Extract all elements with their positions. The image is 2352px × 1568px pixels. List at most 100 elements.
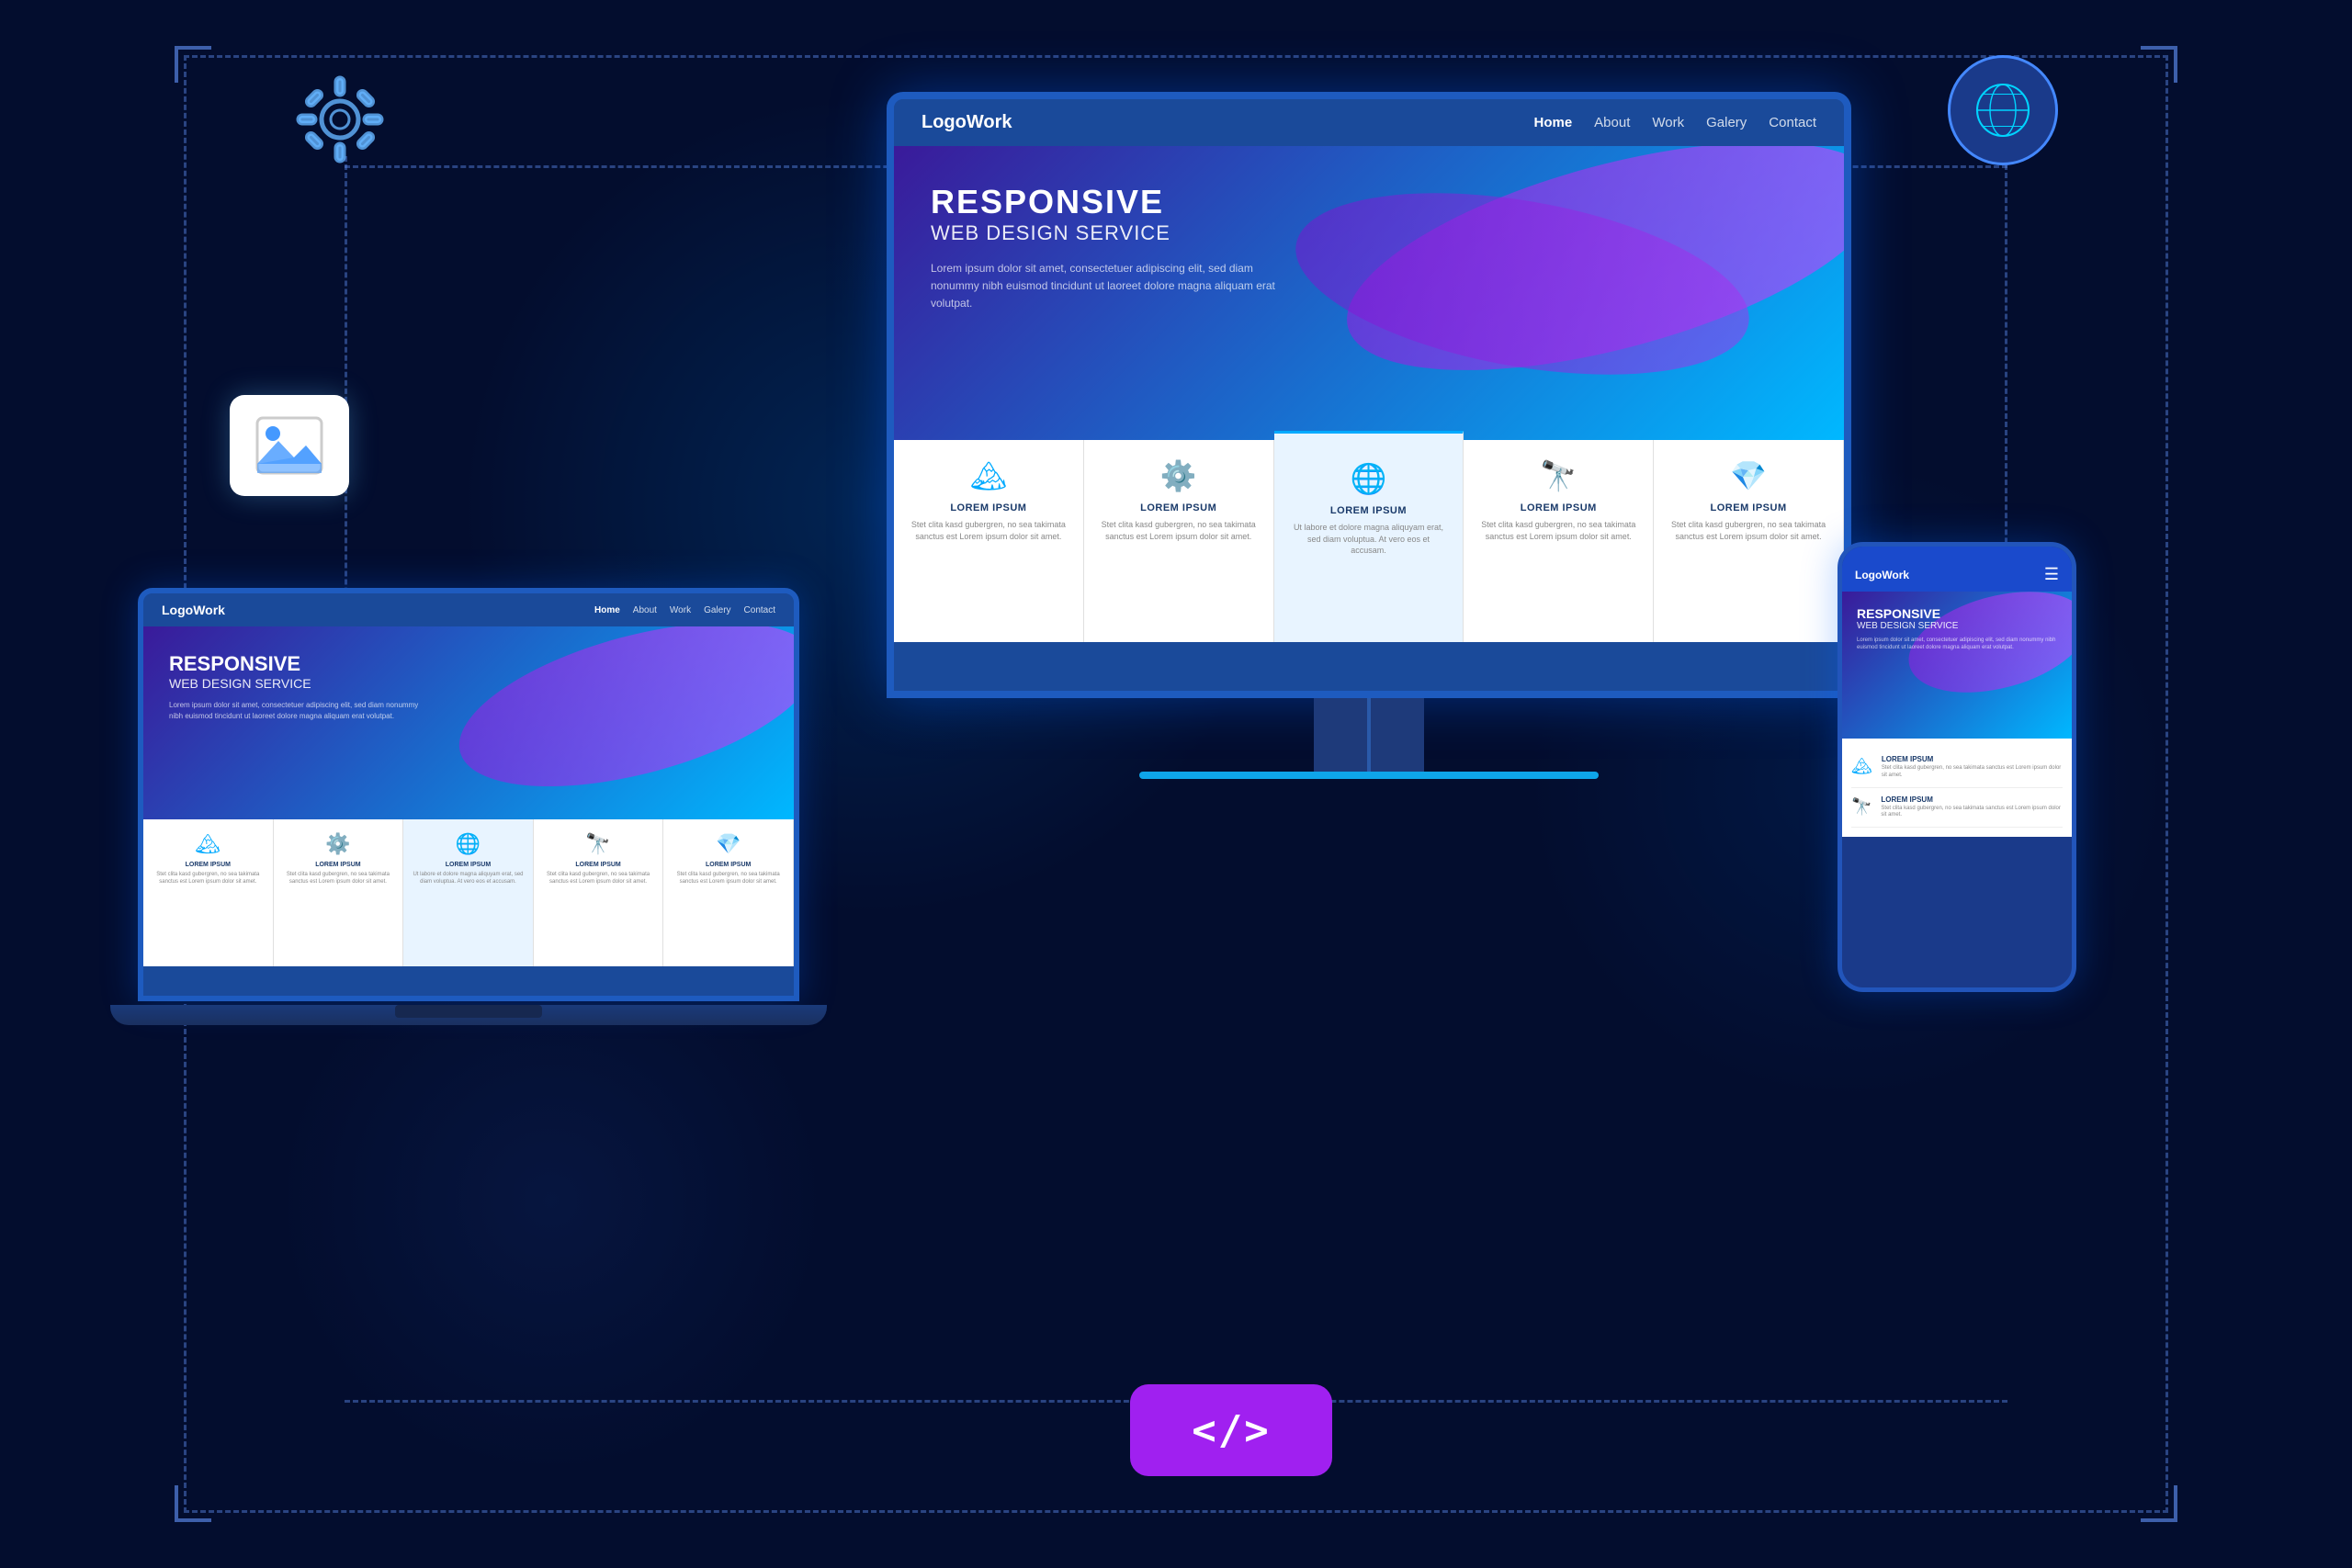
desktop-nav-gallery[interactable]: Galery [1706,115,1747,130]
laptop-service-1-icon: 🏔 [195,832,220,856]
monitor-screen: LogoWork Home About Work Galery Contact … [887,92,1851,698]
laptop-trackpad [395,1005,542,1018]
laptop-hero-title: RESPONSIVE [169,652,768,676]
laptop-hero: RESPONSIVE WEB DESIGN SERVICE Lorem ipsu… [143,626,794,819]
laptop-nav-links: Home About Work Galery Contact [594,605,775,615]
laptop-device: LogoWork Home About Work Galery Contact … [138,588,799,1025]
phone-service-2-desc: Stet clita kasd gubergren, no sea takima… [1881,806,2063,820]
laptop-service-5-desc: Stet clita kasd gubergren, no sea takima… [673,872,784,886]
desktop-nav-work[interactable]: Work [1652,115,1684,130]
service-2-desc: Stet clita kasd gubergren, no sea takima… [1099,519,1259,542]
laptop-service-1-title: LOREM IPSUM [186,862,231,868]
laptop-service-1: 🏔 LOREM IPSUM Stet clita kasd gubergren,… [143,819,274,966]
laptop-service-2-desc: Stet clita kasd gubergren, no sea takima… [283,872,394,886]
laptop-base [110,1005,827,1025]
desktop-service-1: 🏔 LOREM IPSUM Stet clita kasd gubergren,… [894,440,1084,642]
laptop-service-2-title: LOREM IPSUM [315,862,360,868]
desktop-service-2: ⚙️ LOREM IPSUM Stet clita kasd gubergren… [1084,440,1274,642]
service-4-desc: Stet clita kasd gubergren, no sea takima… [1478,519,1638,542]
desktop-navbar: LogoWork Home About Work Galery Contact [894,99,1844,146]
desktop-service-3: 🌐 LOREM IPSUM Ut labore et dolore magna … [1274,431,1464,642]
laptop-service-4-icon: 🔭 [585,832,610,856]
laptop-hero-subtitle: WEB DESIGN SERVICE [169,676,768,691]
code-icon: </> [1130,1384,1332,1476]
image-placeholder-icon [230,395,349,496]
phone-side-button [2075,620,2076,666]
desktop-nav-about[interactable]: About [1594,115,1630,130]
service-4-title: LOREM IPSUM [1521,502,1597,513]
service-2-icon: ⚙️ [1160,458,1197,493]
service-1-desc: Stet clita kasd gubergren, no sea takima… [909,519,1069,542]
laptop-nav-about[interactable]: About [633,605,657,615]
desktop-hero-content: RESPONSIVE WEB DESIGN SERVICE Lorem ipsu… [931,183,1807,313]
mobile-phone: LogoWork ☰ RESPONSIVE WEB DESIGN SERVICE… [1838,542,2076,992]
laptop-service-2-icon: ⚙️ [325,832,350,856]
laptop-nav-gallery[interactable]: Galery [704,605,730,615]
laptop-services: 🏔 LOREM IPSUM Stet clita kasd gubergren,… [143,819,794,966]
laptop-navbar: LogoWork Home About Work Galery Contact [143,593,794,626]
service-4-icon: 🔭 [1540,458,1577,493]
service-3-icon: 🌐 [1351,461,1387,496]
phone-service-1: 🏔 LOREM IPSUM Stet clita kasd gubergren,… [1851,748,2063,788]
service-5-title: LOREM IPSUM [1711,502,1787,513]
phone-service-1-desc: Stet clita kasd gubergren, no sea takima… [1882,765,2063,780]
service-5-icon: 💎 [1730,458,1767,493]
phone-service-2-title: LOREM IPSUM [1881,795,2063,804]
phone-menu-icon[interactable]: ☰ [2044,565,2059,584]
service-2-title: LOREM IPSUM [1140,502,1216,513]
corner-bracket-bl [175,1485,211,1522]
globe-icon [1948,55,2058,165]
phone-hero: RESPONSIVE WEB DESIGN SERVICE Lorem ipsu… [1842,592,2072,739]
desktop-services: 🏔 LOREM IPSUM Stet clita kasd gubergren,… [894,440,1844,642]
service-1-icon: 🏔 [970,458,1008,493]
service-1-title: LOREM IPSUM [950,502,1026,513]
laptop-service-3-desc: Ut labore et dolore magna aliquyam erat,… [413,872,524,886]
desktop-hero-description: Lorem ipsum dolor sit amet, consectetuer… [931,260,1298,313]
service-5-desc: Stet clita kasd gubergren, no sea takima… [1668,519,1828,542]
laptop-service-4: 🔭 LOREM IPSUM Stet clita kasd gubergren,… [534,819,664,966]
phone-hero-title: RESPONSIVE [1857,606,2057,621]
gear-icon [294,73,386,170]
desktop-monitor: LogoWork Home About Work Galery Contact … [887,92,1851,779]
laptop-service-3-icon: 🌐 [456,832,481,856]
phone-site-logo: LogoWork [1855,569,1909,581]
phone-services: 🏔 LOREM IPSUM Stet clita kasd gubergren,… [1842,739,2072,837]
phone-service-2-icon: 🔭 [1851,797,1871,817]
phone-service-2-text: LOREM IPSUM Stet clita kasd gubergren, n… [1881,795,2063,820]
desktop-nav-links: Home About Work Galery Contact [1533,115,1816,130]
service-3-desc: Ut labore et dolore magna aliquyam erat,… [1289,522,1449,557]
laptop-service-1-desc: Stet clita kasd gubergren, no sea takima… [153,872,264,886]
laptop-service-5-title: LOREM IPSUM [706,862,751,868]
laptop-service-4-title: LOREM IPSUM [575,862,620,868]
desktop-service-5: 💎 LOREM IPSUM Stet clita kasd gubergren,… [1654,440,1844,642]
desktop-hero-title: RESPONSIVE [931,183,1807,221]
laptop-service-3: 🌐 LOREM IPSUM Ut labore et dolore magna … [403,819,534,966]
laptop-nav-home[interactable]: Home [594,605,620,615]
service-3-title: LOREM IPSUM [1330,505,1407,516]
laptop-site-logo: LogoWork [162,603,225,617]
desktop-site-logo: LogoWork [922,112,1012,133]
laptop-service-3-title: LOREM IPSUM [446,862,491,868]
laptop-service-4-desc: Stet clita kasd gubergren, no sea takima… [543,872,654,886]
phone-body: LogoWork ☰ RESPONSIVE WEB DESIGN SERVICE… [1838,542,2076,992]
laptop-hero-desc: Lorem ipsum dolor sit amet, consectetuer… [169,700,426,722]
corner-bracket-tl [175,46,211,83]
phone-service-1-icon: 🏔 [1851,757,1872,776]
laptop-service-5: 💎 LOREM IPSUM Stet clita kasd gubergren,… [663,819,794,966]
laptop-service-2: ⚙️ LOREM IPSUM Stet clita kasd gubergren… [274,819,404,966]
phone-hero-desc: Lorem ipsum dolor sit amet, consectetuer… [1857,637,2057,652]
desktop-hero: RESPONSIVE WEB DESIGN SERVICE Lorem ipsu… [894,146,1844,440]
phone-service-1-text: LOREM IPSUM Stet clita kasd gubergren, n… [1882,755,2063,780]
laptop-service-5-icon: 💎 [716,832,741,856]
laptop-screen: LogoWork Home About Work Galery Contact … [138,588,799,1001]
monitor-base-line [1139,772,1599,779]
desktop-nav-home[interactable]: Home [1533,115,1572,130]
desktop-nav-contact[interactable]: Contact [1769,115,1816,130]
laptop-nav-work[interactable]: Work [670,605,691,615]
phone-service-1-title: LOREM IPSUM [1882,755,2063,763]
phone-service-2: 🔭 LOREM IPSUM Stet clita kasd gubergren,… [1851,788,2063,829]
corner-bracket-tr [2141,46,2177,83]
laptop-nav-contact[interactable]: Contact [744,605,775,615]
corner-bracket-br [2141,1485,2177,1522]
phone-navbar: LogoWork ☰ [1842,547,2072,592]
